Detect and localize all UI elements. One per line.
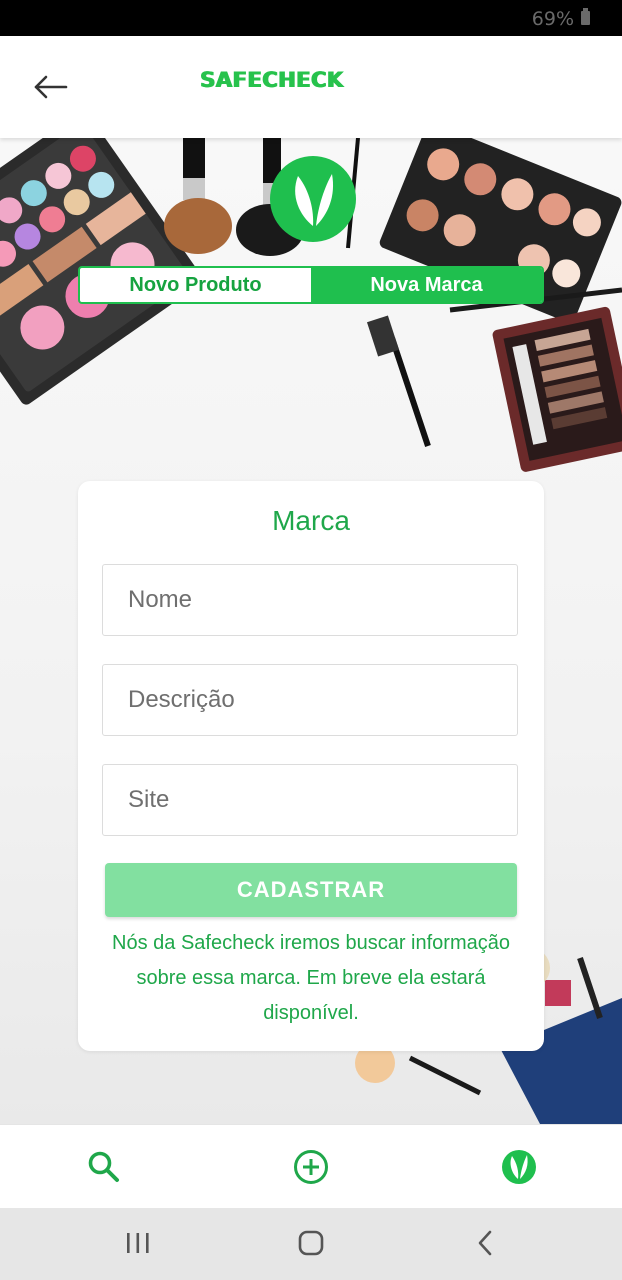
brand-leaf-badge-icon (270, 156, 356, 242)
search-icon (88, 1151, 119, 1182)
form-title: Marca (272, 505, 350, 536)
tab-novo-produto[interactable]: Novo Produto (80, 268, 311, 302)
battery-level: 69% (531, 8, 574, 30)
status-bar: 69% (0, 0, 622, 36)
bottom-navigation (0, 1124, 622, 1209)
description-field[interactable]: Descrição (102, 664, 518, 736)
site-field[interactable]: Site (102, 764, 518, 836)
leaf-badge-icon (502, 1150, 536, 1184)
system-navigation-bar (0, 1208, 622, 1280)
arrow-left-icon (34, 75, 68, 99)
name-field[interactable]: Nome (102, 564, 518, 636)
nav-add-button[interactable] (291, 1147, 331, 1187)
nav-search-button[interactable] (84, 1147, 124, 1187)
tab-nova-marca[interactable]: Nova Marca (311, 268, 542, 302)
info-note: Nós da Safecheck iremos buscar informaçã… (112, 932, 510, 1024)
home-icon (298, 1230, 324, 1256)
app-logo: SAFECHECK (200, 68, 344, 92)
back-icon (478, 1230, 492, 1256)
main-content: Novo Produto Nova Marca Marca Nome Descr… (0, 138, 622, 1124)
recent-apps-button[interactable] (124, 1228, 152, 1263)
add-circle-icon (294, 1150, 328, 1184)
cadastrar-button[interactable]: CADASTRAR (105, 863, 517, 917)
brand-form-card: Marca Nome Descrição Site CADASTRAR Nós … (78, 481, 544, 1051)
description-placeholder: Descrição (128, 686, 235, 713)
home-button[interactable] (296, 1228, 326, 1263)
recent-apps-icon (127, 1233, 149, 1253)
name-placeholder: Nome (128, 586, 193, 613)
site-placeholder: Site (128, 786, 170, 813)
battery-icon (581, 8, 590, 25)
product-brand-toggle: Novo Produto Nova Marca (78, 266, 544, 304)
app-bar: SAFECHECK (0, 36, 622, 138)
system-back-button[interactable] (474, 1228, 498, 1263)
back-button[interactable] (28, 68, 74, 106)
nav-brands-button[interactable] (499, 1147, 539, 1187)
